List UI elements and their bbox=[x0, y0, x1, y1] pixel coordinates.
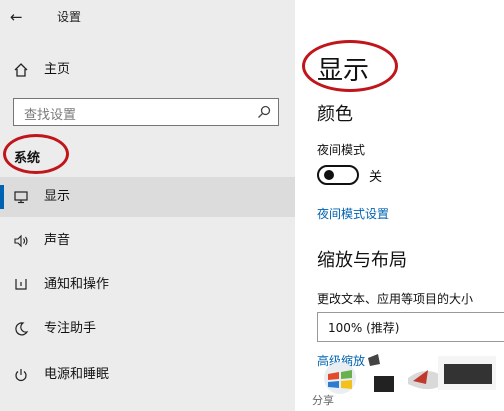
color-heading: 颜色 bbox=[317, 104, 353, 125]
navigation-pane: ← 设置 主页 查找设置 系统 显示 声音 通知和操作 专注助手 电源和睡眠 bbox=[0, 0, 295, 411]
nav-item-home[interactable]: 主页 bbox=[0, 50, 295, 90]
nav-item-focus-assist[interactable]: 专注助手 bbox=[0, 309, 295, 349]
annotation-circle-title bbox=[302, 40, 398, 92]
scale-label: 更改文本、应用等项目的大小 bbox=[317, 292, 474, 306]
home-icon bbox=[12, 61, 30, 79]
notification-icon bbox=[12, 276, 30, 294]
night-mode-state: 关 bbox=[369, 170, 383, 185]
toggle-knob bbox=[324, 170, 334, 180]
scale-dropdown-value: 100% (推荐) bbox=[328, 321, 400, 335]
annotation-circle-section bbox=[3, 134, 69, 174]
search-input[interactable]: 查找设置 bbox=[13, 98, 279, 126]
night-mode-label: 夜间模式 bbox=[317, 143, 366, 157]
nav-item-sound[interactable]: 声音 bbox=[0, 221, 295, 261]
watermark-text: 分享 bbox=[312, 394, 334, 407]
nav-item-label: 主页 bbox=[44, 62, 71, 77]
active-indicator bbox=[0, 185, 4, 209]
nav-item-label: 声音 bbox=[44, 233, 71, 248]
back-arrow-icon[interactable]: ← bbox=[10, 6, 30, 28]
night-mode-settings-link[interactable]: 夜间模式设置 bbox=[317, 205, 389, 222]
moon-icon bbox=[12, 320, 30, 338]
speaker-icon bbox=[12, 232, 30, 250]
search-placeholder: 查找设置 bbox=[24, 108, 77, 123]
watermark-logo: 分享 bbox=[308, 348, 504, 411]
display-icon bbox=[12, 188, 30, 206]
nav-item-label: 通知和操作 bbox=[44, 277, 110, 292]
nav-item-power[interactable]: 电源和睡眠 bbox=[0, 355, 295, 395]
search-icon[interactable] bbox=[256, 104, 272, 120]
nav-item-label: 专注助手 bbox=[44, 321, 97, 336]
scale-dropdown[interactable]: 100% (推荐) bbox=[317, 312, 504, 342]
night-mode-toggle[interactable] bbox=[317, 165, 359, 185]
nav-item-display[interactable]: 显示 bbox=[0, 177, 295, 217]
scale-heading: 缩放与布局 bbox=[317, 250, 407, 271]
window-title: 设置 bbox=[57, 10, 82, 24]
nav-item-label: 显示 bbox=[44, 189, 71, 204]
power-icon bbox=[12, 366, 30, 384]
nav-item-label: 电源和睡眠 bbox=[44, 367, 110, 382]
nav-item-notifications[interactable]: 通知和操作 bbox=[0, 265, 295, 305]
